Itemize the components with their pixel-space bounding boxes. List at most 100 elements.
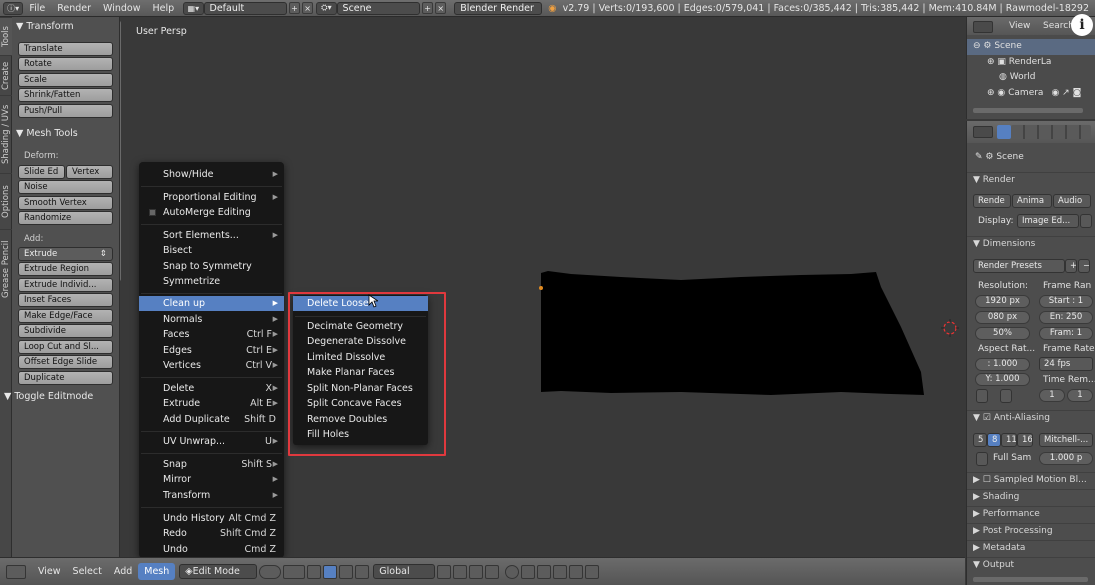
outliner-renderlayers-item[interactable]: ⊕ ▣ RenderLa (987, 57, 1051, 67)
scale-manipulator-icon[interactable] (355, 564, 370, 579)
menu-item-snap-to-symmetry[interactable]: Snap to Symmetry (139, 259, 284, 274)
checkbox-checked-icon[interactable]: ☑ (983, 413, 994, 423)
outliner-camera-item[interactable]: ⊕ ◉ Camera ◉ ↗ ◙ (987, 88, 1081, 98)
shrink-fatten-button[interactable]: Shrink/Fatten (18, 88, 113, 102)
loop-cut-button[interactable]: Loop Cut and Sl... (18, 340, 113, 354)
extrude-region-button[interactable]: Extrude Region (18, 262, 113, 276)
aspect-y-field[interactable]: Y: 1.000 (975, 373, 1030, 386)
edge-select-icon[interactable] (453, 564, 468, 579)
menu-item-clean-up[interactable]: Clean up ▶ (139, 296, 284, 311)
outliner-editor-icon[interactable] (973, 21, 993, 33)
time-remap-old-field[interactable]: 1 (1039, 389, 1065, 402)
render-preview-icon[interactable] (569, 564, 584, 579)
push-pull-button[interactable]: Push/Pull (18, 104, 113, 118)
translate-manipulator-icon[interactable] (323, 564, 338, 579)
menu-mesh[interactable]: Mesh (138, 563, 176, 580)
3d-cursor-icon[interactable] (941, 319, 959, 337)
checkbox-icon[interactable]: ☐ (983, 475, 994, 485)
add-preset-icon[interactable]: + (1065, 259, 1077, 273)
mode-select[interactable]: ◈ Edit Mode (179, 564, 258, 579)
menu-item-split-concave-faces[interactable]: Split Concave Faces (293, 396, 428, 411)
menu-add[interactable]: Add (108, 566, 138, 577)
tab-options[interactable]: Options (0, 173, 12, 229)
menu-item-split-non-planar-faces[interactable]: Split Non-Planar Faces (293, 381, 428, 396)
rotate-button[interactable]: Rotate (18, 57, 113, 71)
inset-faces-button[interactable]: Inset Faces (18, 293, 113, 307)
manipulator-toggle-icon[interactable] (307, 564, 322, 579)
extrude-select[interactable]: Extrude ⇕ (18, 247, 113, 261)
extrude-individual-button[interactable]: Extrude Individ... (18, 278, 113, 292)
context-tabs-icons[interactable] (1011, 125, 1091, 139)
proportional-edit-icon[interactable] (505, 564, 520, 579)
editor-type-icon[interactable] (6, 564, 26, 579)
menu-item-undo-history[interactable]: Undo History Alt Cmd Z (139, 511, 284, 526)
motion-blur-panel-header[interactable]: ▶ ☐ Sampled Motion Bl... (967, 472, 1095, 487)
transform-orientation-select[interactable]: Global (373, 564, 436, 579)
render-tab-icon[interactable] (997, 125, 1011, 139)
outliner-view-menu[interactable]: View (1009, 21, 1030, 31)
menu-item-symmetrize[interactable]: Symmetrize (139, 274, 284, 289)
slide-vertex-button[interactable]: Vertex (66, 165, 113, 179)
resolution-x-field[interactable]: 1920 px (975, 295, 1030, 308)
remove-layout-icon[interactable]: × (302, 2, 314, 14)
noise-button[interactable]: Noise (18, 180, 113, 194)
menu-file[interactable]: File (23, 3, 51, 14)
layout-grid-icon[interactable]: ▦▾ (183, 1, 204, 15)
outliner-scene-item[interactable]: ⊖ ⚙ Scene (973, 41, 1022, 51)
resolution-y-field[interactable]: 080 px (975, 311, 1030, 324)
render-animation-icon[interactable] (585, 564, 600, 579)
tab-tools[interactable]: Tools (0, 17, 12, 55)
border-toggle-icon[interactable] (976, 389, 988, 403)
tab-create[interactable]: Create (0, 55, 12, 95)
aspect-x-field[interactable]: : 1.000 (975, 358, 1030, 371)
editor-type-icon[interactable]: ⓘ▾ (3, 1, 24, 15)
layout-field[interactable]: Default (203, 1, 287, 15)
filter-size-field[interactable]: 1.000 p (1039, 452, 1093, 465)
menu-item-decimate-geometry[interactable]: Decimate Geometry (293, 319, 428, 334)
display-select[interactable]: Image Ed... (1017, 214, 1079, 228)
toggle-editmode-header[interactable]: ▼ Toggle Editmode (4, 391, 93, 402)
render-engine-select[interactable]: Blender Render (454, 1, 543, 15)
menu-item-automerge-editing[interactable]: AutoMerge Editing (139, 205, 284, 220)
anti-aliasing-panel-header[interactable]: ▼ ☑ Anti-Aliasing (967, 410, 1095, 425)
render-panel-header[interactable]: ▼ Render (967, 172, 1095, 187)
render-animation-button[interactable]: Anima (1012, 194, 1052, 208)
time-remap-new-field[interactable]: 1 (1067, 389, 1093, 402)
pivot-point-icon[interactable] (283, 564, 306, 579)
info-icon[interactable]: i (1071, 14, 1093, 36)
menu-item-bisect[interactable]: Bisect (139, 243, 284, 258)
properties-editor-icon[interactable] (973, 126, 993, 138)
scene-field[interactable]: Scene (336, 1, 420, 15)
subdivide-button[interactable]: Subdivide (18, 324, 113, 338)
outliner-world-item[interactable]: ◍ World (999, 72, 1036, 82)
aa-samples-8[interactable]: 8 (987, 433, 1001, 447)
menu-item-remove-doubles[interactable]: Remove Doubles (293, 412, 428, 427)
outliner-scrollbar[interactable] (973, 108, 1083, 113)
properties-scrollbar[interactable] (973, 577, 1088, 582)
snap-toggle-icon[interactable] (521, 564, 536, 579)
menu-help[interactable]: Help (147, 3, 181, 14)
randomize-button[interactable]: Randomize (18, 211, 113, 225)
menu-item-normals[interactable]: Normals ▶ (139, 312, 284, 327)
menu-item-edges[interactable]: Edges Ctrl E ▶ (139, 343, 284, 358)
menu-item-faces[interactable]: Faces Ctrl F ▶ (139, 327, 284, 342)
output-panel-header[interactable]: ▼ Output (967, 557, 1095, 572)
frame-step-field[interactable]: Fram: 1 (1039, 327, 1093, 340)
mesh-tools-panel-header[interactable]: ▼ Mesh Tools (16, 128, 78, 139)
duplicate-button[interactable]: Duplicate (18, 371, 113, 385)
frame-rate-select[interactable]: 24 fps (1039, 357, 1093, 371)
menu-item-fill-holes[interactable]: Fill Holes (293, 427, 428, 442)
menu-item-transform[interactable]: Transform ▶ (139, 488, 284, 503)
pin-icon[interactable]: ✎ ⚙ (975, 152, 996, 162)
menu-item-degenerate-dissolve[interactable]: Degenerate Dissolve (293, 334, 428, 349)
shading-panel-header[interactable]: ▶ Shading (967, 489, 1095, 504)
menu-item-extrude[interactable]: Extrude Alt E ▶ (139, 396, 284, 411)
menu-item-mirror[interactable]: Mirror ▶ (139, 472, 284, 487)
menu-item-show-hide[interactable]: Show/Hide ▶ (139, 167, 284, 182)
menu-item-proportional-editing[interactable]: Proportional Editing ▶ (139, 190, 284, 205)
outliner-search-menu[interactable]: Search (1043, 21, 1074, 31)
mesh-silhouette[interactable] (541, 271, 924, 395)
viewport-shading-icon[interactable] (259, 564, 282, 579)
remove-scene-icon[interactable]: × (435, 2, 447, 14)
frame-start-field[interactable]: Start : 1 (1039, 295, 1093, 308)
